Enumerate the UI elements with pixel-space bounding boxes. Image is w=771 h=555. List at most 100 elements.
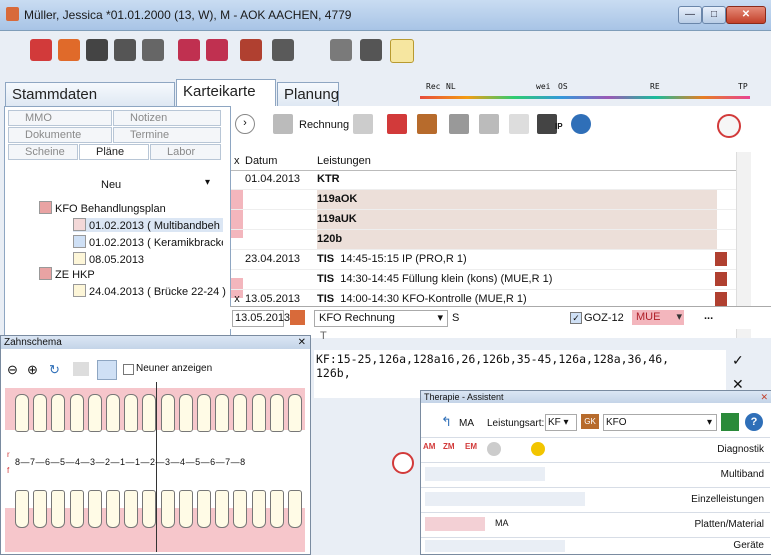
tooth[interactable] — [51, 394, 66, 432]
printer-icon[interactable] — [86, 39, 108, 61]
tooth[interactable] — [251, 490, 266, 528]
zm-icon[interactable]: ZM — [443, 442, 455, 451]
printer-icon[interactable] — [114, 39, 136, 61]
upper-teeth[interactable] — [1, 390, 310, 450]
image-icon[interactable] — [509, 114, 529, 134]
mail-icon[interactable] — [390, 39, 414, 63]
multiband-icons[interactable] — [425, 467, 545, 481]
therapie-row-geraete[interactable]: Geräte — [421, 537, 770, 554]
tooth[interactable] — [215, 490, 230, 528]
printer-icon[interactable] — [30, 39, 52, 61]
subtab-dokumente[interactable]: Dokumente — [8, 127, 112, 143]
printer-word-icon[interactable] — [142, 39, 164, 61]
tree-item[interactable]: 08.05.2013 — [73, 252, 144, 266]
zoom-out-icon[interactable]: ⊖ — [7, 362, 18, 378]
timeline-strip[interactable]: Rec NL wei OS RE TP — [350, 80, 768, 104]
head-icon[interactable] — [487, 442, 501, 456]
tooth[interactable] — [33, 394, 48, 432]
tab-stammdaten[interactable]: Stammdaten — [5, 82, 175, 106]
back-icon[interactable]: ↰ — [441, 414, 452, 430]
tooth[interactable] — [269, 490, 284, 528]
table-row[interactable]: 119aUK — [231, 210, 736, 230]
tooth[interactable] — [51, 490, 66, 528]
chart-dropdown-icon[interactable] — [240, 39, 262, 61]
tooth[interactable] — [69, 394, 84, 432]
tree-item[interactable]: 01.02.2013 ( Keramikbracke — [73, 235, 223, 249]
chart-icon[interactable] — [715, 292, 727, 306]
subtab-plaene[interactable]: Pläne — [79, 144, 149, 160]
table-row[interactable]: 01.04.2013 KTR — [231, 170, 736, 190]
edit-invoice-icon[interactable] — [273, 114, 293, 134]
new-plan-button[interactable]: Neu — [101, 179, 121, 191]
table-row[interactable]: 120b — [231, 230, 736, 250]
tooth[interactable] — [178, 490, 193, 528]
tooth[interactable] — [197, 394, 211, 432]
tooth-view-icon[interactable] — [73, 362, 89, 376]
tooth[interactable] — [269, 394, 284, 432]
lower-teeth[interactable] — [1, 486, 310, 546]
timer-icon[interactable] — [392, 452, 414, 474]
therapie-row-diagnostik[interactable]: AM ZM EM Diagnostik — [421, 437, 770, 462]
tooth[interactable] — [106, 394, 120, 432]
tooth[interactable] — [288, 394, 302, 432]
check-icon[interactable] — [571, 114, 591, 134]
rechnung-button[interactable]: Rechnung — [299, 119, 349, 131]
tab-planung[interactable]: Planung — [277, 82, 339, 106]
minimize-button[interactable]: — — [678, 6, 702, 24]
zoom-in-icon[interactable]: ⊕ — [27, 362, 38, 378]
em-icon[interactable]: EM — [465, 442, 477, 451]
tooth[interactable] — [142, 394, 157, 432]
maximize-button[interactable]: □ — [702, 6, 726, 24]
tooth[interactable] — [87, 490, 102, 528]
tooth[interactable] — [15, 394, 29, 432]
tooth[interactable] — [197, 490, 211, 528]
goz-checkbox[interactable]: ✓ — [570, 312, 582, 324]
column-header[interactable]: Datum — [245, 152, 277, 170]
tree-item[interactable]: KFO Behandlungsplan — [39, 201, 166, 215]
platten-icons[interactable] — [425, 517, 485, 531]
filter-icon[interactable] — [479, 114, 499, 134]
geraete-icons[interactable] — [425, 540, 565, 552]
entry-date-field[interactable]: 13.05.2013 — [232, 310, 290, 327]
user-select[interactable]: MUE ▾ — [632, 310, 684, 325]
subtab-termine[interactable]: Termine — [113, 127, 221, 143]
tab-karteikarte[interactable]: Karteikarte — [176, 79, 276, 106]
chevron-down-icon[interactable]: ▾ — [205, 177, 210, 188]
column-header[interactable]: x — [234, 152, 240, 170]
chart-icon[interactable] — [178, 39, 200, 61]
help-icon[interactable]: ? — [745, 413, 763, 431]
printer-icon[interactable] — [58, 39, 80, 61]
image-icon[interactable] — [330, 39, 352, 61]
radiation-icon[interactable] — [531, 442, 545, 456]
implant-icon[interactable] — [537, 114, 557, 134]
confirm-check-icon[interactable]: ✓ — [732, 352, 744, 369]
tooth[interactable] — [160, 394, 175, 432]
chart-icon[interactable] — [715, 252, 727, 266]
table-icon[interactable] — [387, 114, 407, 134]
tooth[interactable] — [288, 490, 302, 528]
table-row[interactable]: TIS 14:30-14:45 Füllung klein (kons) (MU… — [231, 270, 736, 290]
chart-icon[interactable] — [721, 413, 739, 431]
clock-icon[interactable] — [717, 114, 741, 138]
leistungsart-select[interactable]: KF ▾ — [545, 414, 577, 431]
close-icon[interactable]: ✕ — [760, 391, 768, 403]
tooth[interactable] — [215, 394, 230, 432]
neuner-checkbox[interactable] — [123, 364, 134, 375]
subtab-mmo[interactable]: MMO — [8, 110, 112, 126]
close-icon[interactable]: ✕ — [298, 336, 306, 349]
tooth[interactable] — [251, 394, 266, 432]
tooth[interactable] — [124, 394, 139, 432]
printer-icon[interactable] — [417, 114, 437, 134]
tooth[interactable] — [178, 394, 193, 432]
entry-type-select[interactable]: KFO Rechnung ▾ — [314, 310, 448, 327]
subtab-notizen[interactable]: Notizen — [113, 110, 221, 126]
gk-button[interactable]: GK — [581, 414, 599, 429]
tooth[interactable] — [69, 490, 84, 528]
tree-item[interactable]: 01.02.2013 ( Multibandbeh — [73, 218, 223, 232]
calendar-icon[interactable] — [290, 310, 305, 325]
therapie-row-multiband[interactable]: Multiband — [421, 462, 770, 487]
device-dropdown-icon[interactable] — [272, 39, 294, 61]
tooth-chart-icon[interactable] — [97, 360, 117, 380]
ma-icon[interactable]: MA — [495, 518, 509, 528]
tooth[interactable] — [160, 490, 175, 528]
